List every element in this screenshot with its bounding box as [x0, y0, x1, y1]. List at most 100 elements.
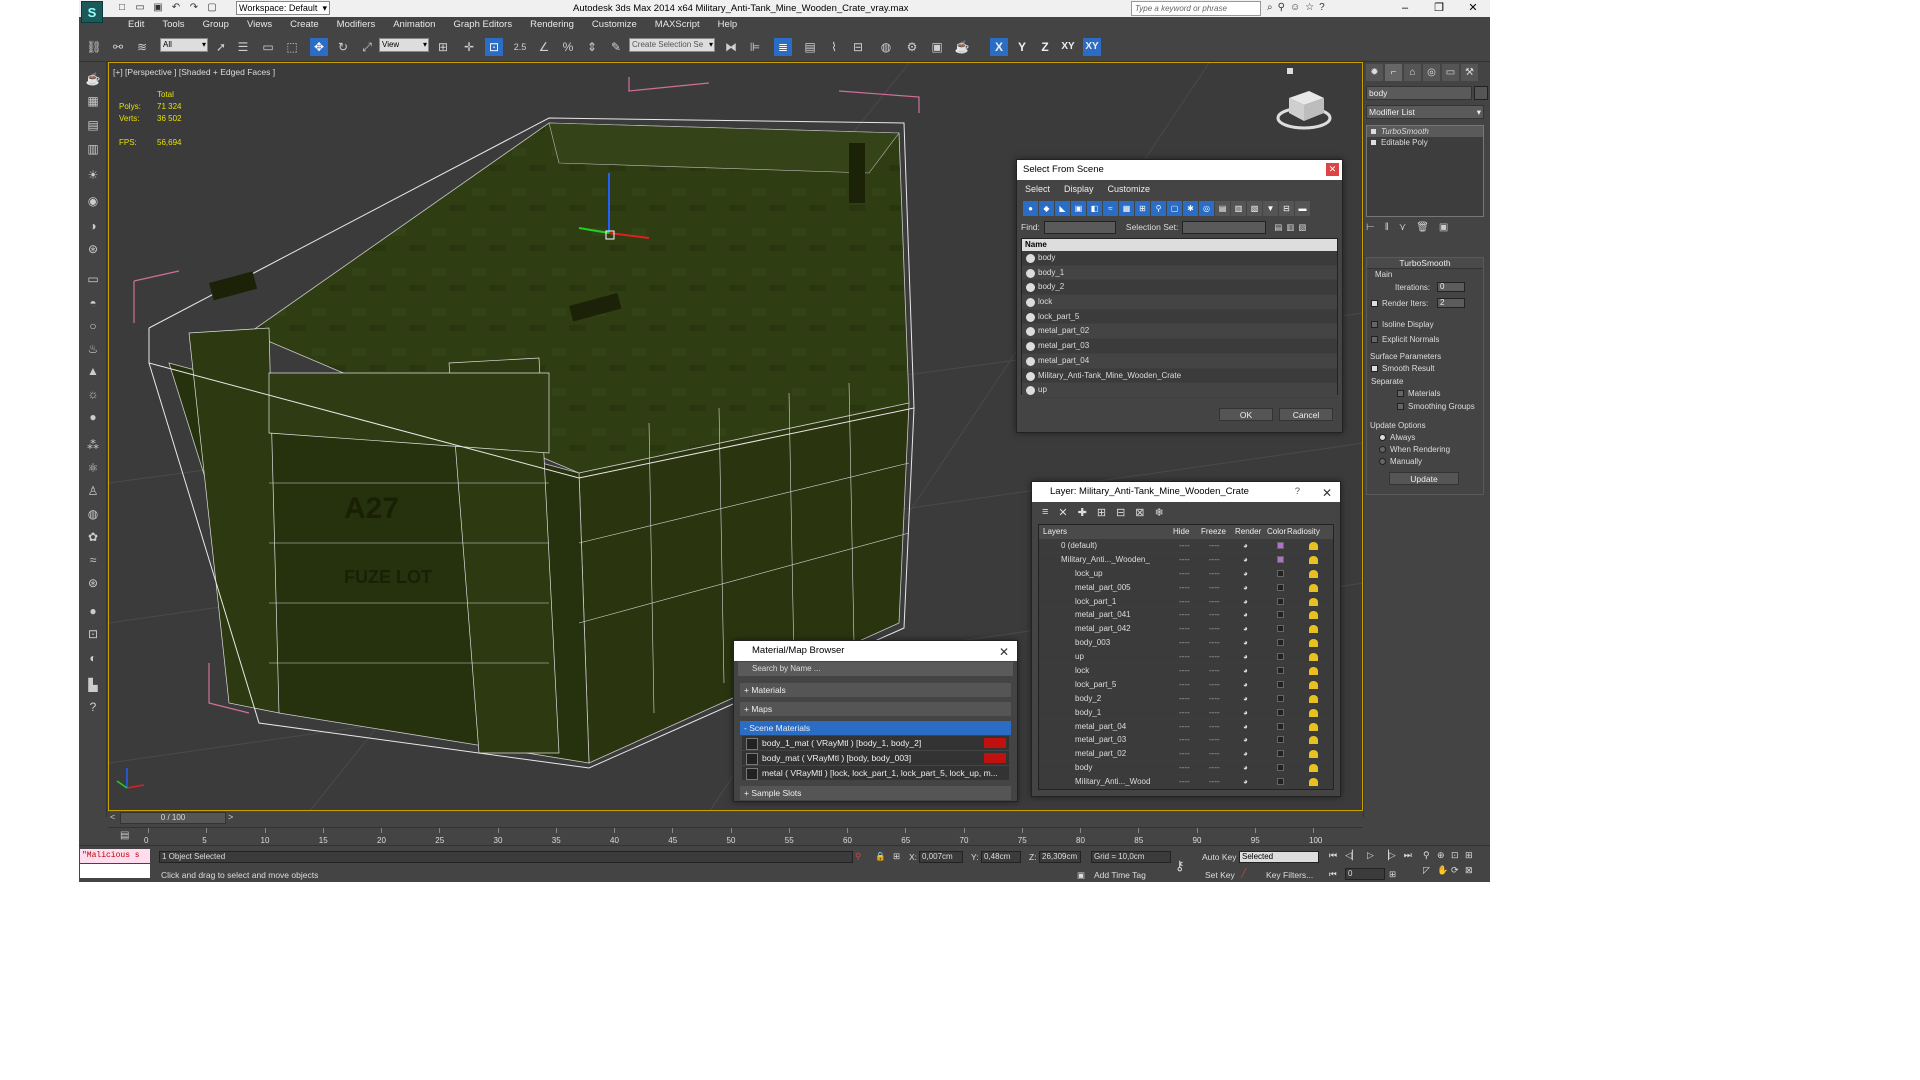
layer-hide-toggle[interactable]: ---- [1179, 692, 1190, 706]
select-scale-icon[interactable]: ⤢ [358, 38, 376, 56]
layer-freeze-toggle[interactable]: ---- [1209, 733, 1220, 747]
close-icon[interactable]: ✕ [1322, 483, 1332, 503]
sfs-option-icon-3[interactable]: ▧ [1298, 222, 1306, 233]
time-slider[interactable]: 0 / 100 [120, 812, 226, 824]
hide-all-icon[interactable]: ⊠ [1135, 506, 1144, 519]
layer-hide-toggle[interactable]: ---- [1179, 720, 1190, 734]
ball-icon[interactable]: ● [84, 602, 102, 620]
find-input[interactable] [1043, 220, 1116, 234]
current-frame-field[interactable]: 0 [1345, 868, 1385, 880]
save-icon[interactable]: ▣ [151, 2, 165, 14]
layer-render-teapot-icon[interactable]: ◕ [1243, 706, 1248, 720]
layer-hide-toggle[interactable]: ---- [1179, 775, 1190, 789]
key-mode-icon[interactable]: ⏮ [1329, 869, 1337, 880]
zoom-extents-all-icon[interactable]: ⊞ [1465, 850, 1479, 861]
question-icon[interactable]: ? [84, 698, 102, 716]
layer-freeze-toggle[interactable]: ---- [1209, 678, 1220, 692]
molecule-icon[interactable]: ⚛ [84, 459, 102, 477]
sfs-menu-customize[interactable]: Customize [1108, 180, 1151, 198]
layer-color-swatch[interactable] [1277, 597, 1284, 605]
layer-freeze-toggle[interactable]: ---- [1209, 595, 1220, 609]
modifier-list-dropdown[interactable]: Modifier List [1366, 105, 1484, 119]
lock-selection-icon[interactable]: ⚲ [855, 851, 861, 862]
highlight-layer-icon[interactable]: ⊟ [1116, 506, 1125, 519]
menu-tools[interactable]: Tools [153, 17, 193, 33]
layer-radiosity-icon[interactable] [1309, 680, 1318, 689]
filter-shapes-icon[interactable]: ◆ [1039, 200, 1054, 216]
layer-render-teapot-icon[interactable]: ◕ [1243, 747, 1248, 761]
layer-hide-toggle[interactable]: ---- [1179, 733, 1190, 747]
layer-hide-toggle[interactable]: ---- [1179, 539, 1190, 553]
layer-hide-toggle[interactable]: ---- [1179, 636, 1190, 650]
zoom-extents-icon[interactable]: ⊡ [1451, 850, 1465, 861]
section-scene-materials[interactable]: - Scene Materials [740, 721, 1011, 735]
layer-render-teapot-icon[interactable]: ◕ [1243, 608, 1248, 622]
show-end-result-icon[interactable]: ‖ [1385, 222, 1389, 233]
select-in-layer-icon[interactable]: ⊞ [1097, 506, 1106, 519]
pivot-center-icon[interactable]: ⊞ [434, 38, 452, 56]
layer-render-teapot-icon[interactable]: ◕ [1243, 761, 1248, 775]
cone-icon[interactable]: ▲ [84, 362, 102, 380]
star-icon[interactable]: ☆ [1305, 2, 1314, 13]
image-icon[interactable]: ▦ [84, 92, 102, 110]
select-manipulate-icon[interactable]: ✛ [460, 38, 478, 56]
layer-render-teapot-icon[interactable]: ◕ [1243, 650, 1248, 664]
separate-materials-checkbox[interactable]: Materials [1397, 389, 1440, 398]
layer-freeze-toggle[interactable]: ---- [1209, 761, 1220, 775]
user-icon[interactable]: ☺ [1290, 2, 1300, 13]
select-invert-icon[interactable]: ▧ [1247, 200, 1262, 216]
minimize-button[interactable]: – [1388, 0, 1422, 17]
render-frame-icon[interactable]: ▣ [928, 38, 946, 56]
default-tangent-icon[interactable]: ╱ [1241, 868, 1246, 879]
layer-row[interactable]: metal_part_041 ---- ---- ◕ [1039, 608, 1333, 623]
menu-help[interactable]: Help [709, 17, 747, 33]
workspace-dropdown[interactable]: Workspace: Default [236, 1, 330, 15]
menu-animation[interactable]: Animation [384, 17, 444, 33]
light-bulb-icon[interactable]: ☀ [84, 166, 102, 184]
time-config-icon[interactable]: ⊞ [1389, 869, 1396, 880]
layer-row[interactable]: body_1 ---- ---- ◕ [1039, 706, 1333, 720]
scene-object-row[interactable]: lock_part_5 [1022, 310, 1337, 325]
stack-item-turbosmooth[interactable]: TurboSmooth [1367, 126, 1483, 137]
hair-icon[interactable]: ≈ [84, 551, 102, 569]
update-always-radio[interactable]: Always [1379, 433, 1415, 442]
layer-color-swatch[interactable] [1277, 542, 1284, 549]
update-button[interactable]: Update [1389, 472, 1459, 485]
fov-icon[interactable]: ◸ [1423, 865, 1437, 876]
layer-row[interactable]: lock_part_1 ---- ---- ◕ [1039, 595, 1333, 609]
layer-freeze-toggle[interactable]: ---- [1209, 622, 1220, 636]
delete-layer-icon[interactable]: ✕ [1058, 506, 1067, 519]
percent-snap-icon[interactable]: % [559, 38, 577, 56]
layer-row[interactable]: metal_part_02 ---- ---- ◕ [1039, 747, 1333, 762]
bind-spacewarp-icon[interactable]: ≋ [133, 38, 151, 56]
layer-radiosity-icon[interactable] [1309, 722, 1318, 731]
layer-hide-toggle[interactable]: ---- [1179, 650, 1190, 664]
layer-hide-toggle[interactable]: ---- [1179, 595, 1190, 609]
layer-hide-toggle[interactable]: ---- [1179, 581, 1190, 595]
close-icon[interactable]: ✕ [1326, 163, 1339, 176]
layer-color-swatch[interactable] [1277, 625, 1284, 633]
axis-x-button[interactable]: X [990, 38, 1008, 56]
link-icon[interactable]: ⛓ [85, 38, 103, 56]
rect-selection-icon[interactable]: ▭ [259, 38, 277, 56]
filter-helpers-icon[interactable]: ◧ [1087, 200, 1102, 216]
maxscript-input[interactable] [80, 864, 150, 878]
sfs-menu-display[interactable]: Display [1064, 180, 1094, 198]
create-tab-icon[interactable]: ✹ [1366, 64, 1383, 81]
edit-named-selection-icon[interactable]: ✎ [607, 38, 625, 56]
axis-z-button[interactable]: Z [1036, 38, 1054, 56]
snap-toggle-icon[interactable]: 2.5 [511, 38, 529, 56]
close-icon[interactable]: ✕ [999, 642, 1009, 662]
layer-freeze-toggle[interactable]: ---- [1209, 608, 1220, 622]
layer-freeze-toggle[interactable]: ---- [1209, 706, 1220, 720]
layer-color-swatch[interactable] [1277, 750, 1284, 758]
layer-radiosity-icon[interactable] [1309, 778, 1318, 787]
layer-radiosity-icon[interactable] [1309, 542, 1318, 550]
teapot-icon[interactable]: ♨ [84, 340, 102, 358]
layer-freeze-toggle[interactable]: ---- [1209, 692, 1220, 706]
layer-render-teapot-icon[interactable]: ◕ [1243, 539, 1248, 553]
menu-edit[interactable]: Edit [119, 17, 153, 33]
update-manually-radio[interactable]: Manually [1379, 457, 1422, 466]
scene-object-row[interactable]: Military_Anti-Tank_Mine_Wooden_Crate [1022, 369, 1337, 384]
set-key-icon[interactable]: ⚷ [1175, 858, 1185, 874]
